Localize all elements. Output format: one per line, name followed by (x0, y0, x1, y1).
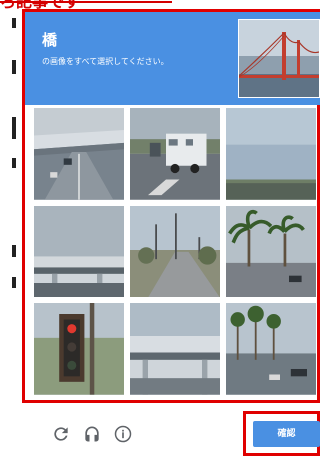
captcha-image-grid (33, 107, 317, 396)
left-edge-mark (12, 245, 16, 257)
verify-button[interactable]: 確認 (253, 421, 320, 447)
captcha-tile[interactable] (225, 107, 317, 201)
page-left-edge (0, 0, 16, 456)
captcha-header: 橋 の画像をすべて選択してください。 (25, 12, 320, 105)
left-edge-mark (12, 60, 16, 74)
left-edge-mark (12, 158, 16, 168)
highway-overpass-bridge-image (34, 205, 124, 298)
left-edge-mark (12, 18, 16, 28)
overpass-highway-2-image (130, 303, 220, 395)
audio-challenge-button[interactable] (81, 424, 103, 446)
street-with-utility-poles-image (130, 205, 220, 298)
captcha-page: ろ記事です 橋 の画像をすべて選択してください。 確認 (0, 0, 320, 456)
sky-horizon-image (226, 108, 316, 200)
captcha-tile[interactable] (33, 204, 125, 299)
left-edge-mark (12, 277, 16, 288)
captcha-tile[interactable] (225, 204, 317, 299)
reload-button[interactable] (50, 424, 72, 446)
captcha-tile[interactable] (33, 302, 125, 396)
headphones-icon (82, 424, 102, 447)
palm-lined-road-image (226, 303, 316, 395)
road-with-trailer-image (130, 108, 220, 200)
captcha-tile[interactable] (129, 204, 221, 299)
info-button[interactable] (112, 424, 134, 446)
golden-gate-bridge-image (239, 20, 319, 97)
captcha-tile[interactable] (129, 302, 221, 396)
info-icon (113, 424, 133, 447)
left-edge-mark (12, 117, 16, 139)
captcha-target-word: 橋 (42, 31, 58, 49)
palm-trees-street-image (226, 205, 316, 298)
captcha-instruction: の画像をすべて選択してください。 (42, 57, 169, 66)
reload-icon (51, 424, 71, 447)
top-text-underline (0, 1, 172, 3)
overpass-highway-image (34, 108, 124, 200)
captcha-tile[interactable] (33, 107, 125, 201)
captcha-tile[interactable] (225, 302, 317, 396)
example-bridge-image (238, 19, 320, 98)
traffic-light-image (34, 303, 124, 395)
captcha-tile[interactable] (129, 107, 221, 201)
